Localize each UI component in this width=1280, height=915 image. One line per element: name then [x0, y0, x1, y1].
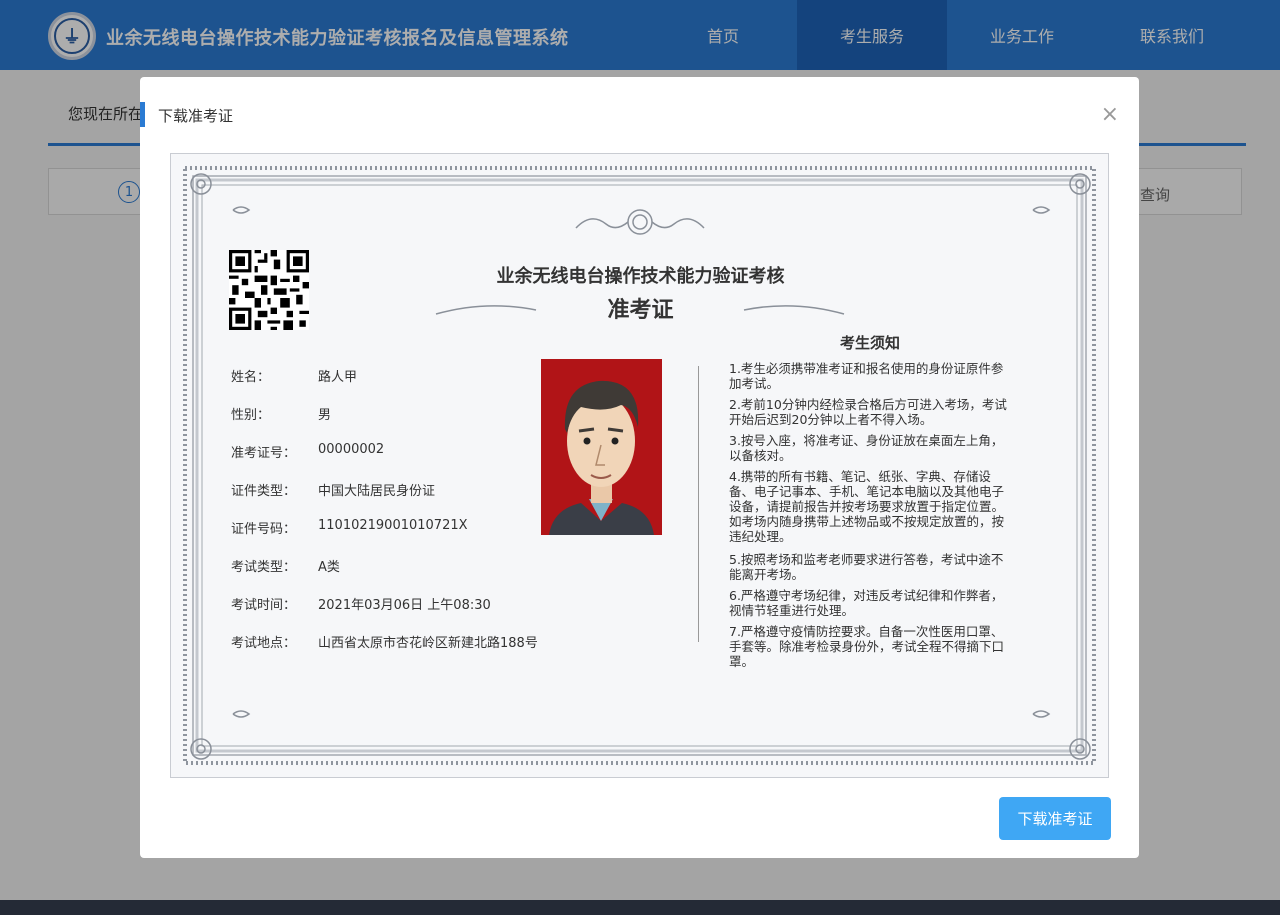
notice-item: 6.严格遵守考场纪律，对违反考试纪律和作弊者，视情节轻重进行处理。: [729, 588, 1004, 618]
notice-item: 5.按照考场和监考老师要求进行答卷，考试中途不能离开考场。: [729, 552, 1004, 582]
download-admission-modal: 下载准考证 × 业余无线电台操作技术能力验证考核 准考证 姓名： 路人甲 性别：…: [140, 77, 1139, 858]
card-divider: [698, 366, 699, 642]
value-name: 路人甲: [318, 370, 358, 385]
page-footer: [0, 900, 1280, 915]
card-title: 业余无线电台操作技术能力验证考核: [496, 266, 785, 287]
value-admission-number: 00000002: [318, 442, 385, 457]
label-gender: 性别：: [231, 408, 271, 423]
label-exam-time: 考试时间：: [231, 598, 297, 613]
close-icon[interactable]: ×: [1101, 104, 1119, 126]
admission-card: 业余无线电台操作技术能力验证考核 准考证 姓名： 路人甲 性别： 男 准考证号：…: [170, 153, 1109, 778]
download-admission-button[interactable]: 下载准考证: [999, 797, 1111, 840]
label-exam-location: 考试地点：: [231, 636, 297, 651]
value-exam-type: A类: [318, 560, 340, 575]
value-exam-time: 2021年03月06日 上午08:30: [318, 598, 491, 613]
notice-item: 4.携带的所有书籍、笔记、纸张、字典、存储设备、电子记事本、手机、笔记本电脑以及…: [729, 469, 1005, 544]
modal-title-accent: [140, 102, 145, 127]
label-exam-type: 考试类型：: [231, 560, 297, 575]
notice-item: 3.按号入座，将准考证、身份证放在桌面左上角，以备核对。: [729, 433, 1004, 463]
value-id-type: 中国大陆居民身份证: [318, 484, 436, 499]
notice-item: 1.考生必须携带准考证和报名使用的身份证原件参加考试。: [729, 361, 1004, 391]
label-id-type: 证件类型：: [231, 484, 297, 499]
notice-title: 考生须知: [839, 334, 900, 352]
notice-item: 7.严格遵守疫情防控要求。自备一次性医用口罩、手套等。除准考检录身份外，考试全程…: [729, 624, 1005, 669]
card-subtitle: 准考证: [607, 297, 674, 323]
label-admission-number: 准考证号：: [231, 446, 297, 461]
value-exam-location: 山西省太原市杏花岭区新建北路188号: [318, 636, 538, 651]
value-gender: 男: [318, 408, 332, 423]
person-avatar-icon: [549, 380, 654, 535]
qr-code-icon: [229, 250, 309, 330]
candidate-photo: [541, 359, 662, 535]
modal-title: 下载准考证: [158, 107, 234, 125]
label-id-number: 证件号码：: [231, 522, 297, 537]
notice-item: 2.考前10分钟内经检录合格后方可进入考场，考试开始后迟到20分钟以上者不得入场…: [729, 397, 1007, 427]
value-id-number: 11010219001010721X: [318, 518, 468, 533]
label-name: 姓名：: [231, 370, 271, 385]
